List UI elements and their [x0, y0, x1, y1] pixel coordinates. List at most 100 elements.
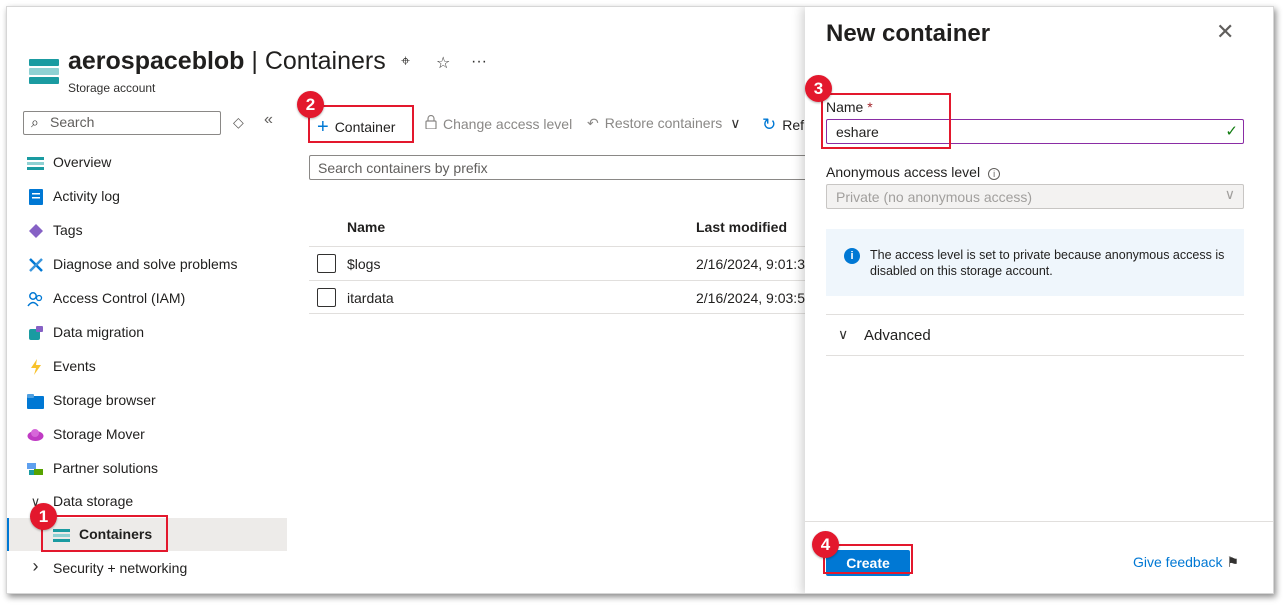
feedback-icon: ⚑	[1226, 554, 1240, 570]
favorite-star-icon[interactable]: ☆	[436, 53, 450, 73]
sidebar-group-label: Data storage	[53, 493, 134, 509]
sidebar-item-storage-mover[interactable]: Storage Mover	[7, 418, 287, 451]
expand-collapse-icon[interactable]: ◇	[233, 114, 244, 131]
sidebar-item-tags[interactable]: Tags	[7, 214, 287, 247]
sidebar-item-overview[interactable]: Overview	[7, 146, 287, 179]
column-header-name[interactable]: Name	[347, 219, 385, 235]
container-name-input[interactable]: eshare ✓	[826, 119, 1244, 144]
sidebar-group-label: Security + networking	[53, 560, 188, 576]
sidebar-item-label: Activity log	[53, 188, 120, 204]
add-container-label: Container	[334, 119, 396, 135]
sidebar-item-label: Partner solutions	[53, 460, 159, 476]
info-icon[interactable]: i	[988, 168, 1001, 180]
required-asterisk: *	[867, 99, 873, 115]
sidebar-item-events[interactable]: Events	[7, 350, 287, 383]
sidebar-item-label: Diagnose and solve problems	[53, 256, 238, 272]
activity-log-icon	[27, 189, 44, 205]
row-checkbox[interactable]	[317, 254, 336, 273]
collapse-sidebar-icon[interactable]: «	[264, 111, 273, 129]
container-name-value: eshare	[836, 124, 879, 140]
close-icon[interactable]: ✕	[1216, 19, 1234, 45]
annotation-badge-2: 2	[297, 91, 324, 118]
container-name[interactable]: $logs	[347, 256, 380, 272]
partner-solutions-icon	[27, 461, 44, 477]
storage-browser-icon	[27, 393, 44, 409]
refresh-button[interactable]: ↻ Refr	[762, 115, 809, 135]
sidebar-item-label: Overview	[53, 154, 112, 170]
row-checkbox[interactable]	[317, 288, 336, 307]
access-level-select: Private (no anonymous access) ∨	[826, 184, 1244, 209]
table-row[interactable]: itardata 2/16/2024, 9:03:58	[309, 280, 829, 314]
sidebar-item-activity-log[interactable]: Activity log	[7, 180, 287, 213]
feedback-label: Give feedback	[1133, 554, 1223, 570]
overview-icon	[27, 155, 44, 171]
container-name[interactable]: itardata	[347, 290, 394, 306]
restore-label: Restore containers	[604, 115, 723, 131]
info-circle-icon: i	[844, 248, 860, 264]
undo-icon: ↶	[587, 115, 599, 131]
storage-account-icon	[29, 59, 59, 85]
sidebar-item-label: Events	[53, 358, 96, 374]
panel-title: New container	[826, 20, 991, 47]
change-access-label: Change access level	[443, 116, 573, 132]
title-separator: |	[244, 47, 265, 75]
give-feedback-link[interactable]: Give feedback ⚑	[1133, 554, 1239, 571]
advanced-section-toggle[interactable]: ∨ Advanced	[826, 314, 1244, 356]
panel-footer: Create Give feedback ⚑	[805, 521, 1273, 593]
sidebar-item-partner-solutions[interactable]: Partner solutions	[7, 452, 287, 485]
sidebar-group-security-networking[interactable]: › Security + networking	[7, 552, 287, 585]
sidebar-item-data-migration[interactable]: Data migration	[7, 316, 287, 349]
container-last-modified: 2/16/2024, 9:03:58	[696, 290, 813, 306]
access-level-label-text: Anonymous access level	[826, 164, 981, 180]
container-last-modified: 2/16/2024, 9:01:39	[696, 256, 813, 272]
sidebar-item-label: Access Control (IAM)	[53, 290, 186, 306]
access-level-label: Anonymous access level i	[826, 164, 1001, 180]
sidebar-item-diagnose[interactable]: Diagnose and solve problems	[7, 248, 287, 281]
lightning-bolt-icon	[27, 359, 44, 375]
sidebar-item-iam[interactable]: Access Control (IAM)	[7, 282, 287, 315]
chevron-down-icon: ∨	[730, 115, 741, 131]
page-name: Containers	[264, 47, 386, 75]
table-row[interactable]: $logs 2/16/2024, 9:01:39	[309, 246, 829, 280]
sidebar-item-label: Storage browser	[53, 392, 156, 408]
access-level-value: Private (no anonymous access)	[836, 189, 1033, 205]
container-search-input[interactable]: Search containers by prefix	[309, 155, 829, 180]
checkmark-icon: ✓	[1225, 123, 1238, 140]
change-access-level-button[interactable]: Change access level	[425, 114, 573, 132]
name-field-label: Name *	[826, 99, 873, 115]
page-title: aerospaceblob | Containers	[68, 47, 386, 76]
restore-containers-button[interactable]: ↶ Restore containers ∨	[587, 115, 741, 132]
info-message: i The access level is set to private bec…	[826, 229, 1244, 296]
plus-icon: +	[317, 116, 329, 138]
lock-icon	[425, 114, 437, 132]
storage-mover-cloud-icon	[27, 427, 44, 443]
column-header-last-modified[interactable]: Last modified	[696, 219, 787, 235]
containers-icon	[53, 527, 70, 543]
more-options-icon[interactable]: ···	[471, 53, 487, 71]
sidebar-search-input[interactable]: ⌕ Search	[23, 111, 221, 135]
chevron-down-icon: ∨	[838, 326, 849, 342]
chevron-right-icon: ›	[32, 555, 39, 576]
data-migration-icon	[27, 325, 44, 341]
portal-window: aerospaceblob | Containers Storage accou…	[6, 6, 1274, 594]
search-icon: ⌕	[31, 114, 39, 130]
sidebar-search-placeholder: Search	[50, 114, 95, 130]
sidebar-item-label: Tags	[53, 222, 83, 238]
create-button[interactable]: Create	[826, 550, 910, 576]
diagnose-wrench-icon	[27, 257, 44, 273]
sidebar-item-label: Data migration	[53, 324, 145, 340]
annotation-badge-3: 3	[805, 75, 832, 102]
annotation-badge-1: 1	[30, 503, 57, 530]
tag-icon	[27, 223, 44, 239]
add-container-button[interactable]: + Container	[317, 115, 395, 138]
advanced-label: Advanced	[864, 327, 931, 344]
refresh-icon: ↻	[762, 115, 777, 134]
annotation-badge-4: 4	[812, 531, 839, 558]
resource-type: Storage account	[68, 81, 156, 95]
new-container-panel: New container ✕ Name * eshare ✓ Anonymou…	[805, 7, 1273, 593]
iam-people-icon	[27, 291, 44, 307]
pin-icon[interactable]: ⌖	[401, 53, 410, 71]
info-message-text: The access level is set to private becau…	[870, 248, 1225, 278]
name-label-text: Name	[826, 99, 864, 115]
sidebar-item-storage-browser[interactable]: Storage browser	[7, 384, 287, 417]
